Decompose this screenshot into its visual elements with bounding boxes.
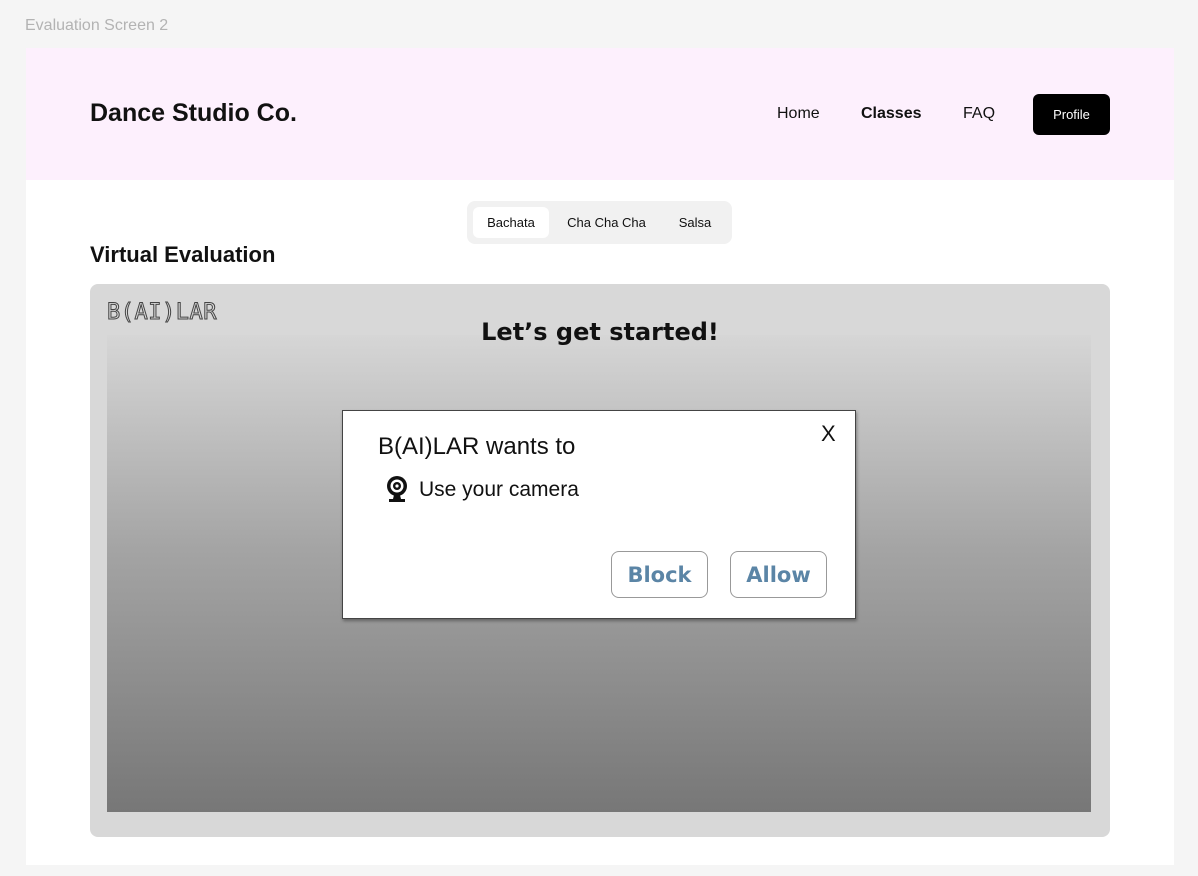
profile-button[interactable]: Profile [1033,94,1110,135]
nav-classes-link[interactable]: Classes [861,105,922,123]
dialog-title: B(AI)LAR wants to [378,433,576,460]
panel-headline: Let’s get started! [481,318,719,346]
nav-home-link[interactable]: Home [777,105,820,123]
tab-bachata[interactable]: Bachata [473,207,549,238]
brand-name: Dance Studio Co. [90,99,297,127]
site-header: Dance Studio Co. Home Classes FAQ Profil… [26,48,1174,180]
camera-permission-dialog: B(AI)LAR wants to X Use your camera Bloc… [342,410,856,619]
block-button[interactable]: Block [611,551,708,598]
nav-faq-link[interactable]: FAQ [963,105,995,123]
tab-salsa[interactable]: Salsa [664,207,726,238]
frame-label: Evaluation Screen 2 [25,17,169,34]
tab-cha-cha-cha[interactable]: Cha Cha Cha [559,207,654,238]
allow-button[interactable]: Allow [730,551,827,598]
section-title: Virtual Evaluation [90,242,276,267]
webcam-icon [387,476,407,502]
permission-text: Use your camera [419,478,579,501]
close-button[interactable]: X [821,421,836,447]
dance-style-tabs: Bachata Cha Cha Cha Salsa [467,201,732,244]
page-frame: Dance Studio Co. Home Classes FAQ Profil… [26,48,1174,865]
